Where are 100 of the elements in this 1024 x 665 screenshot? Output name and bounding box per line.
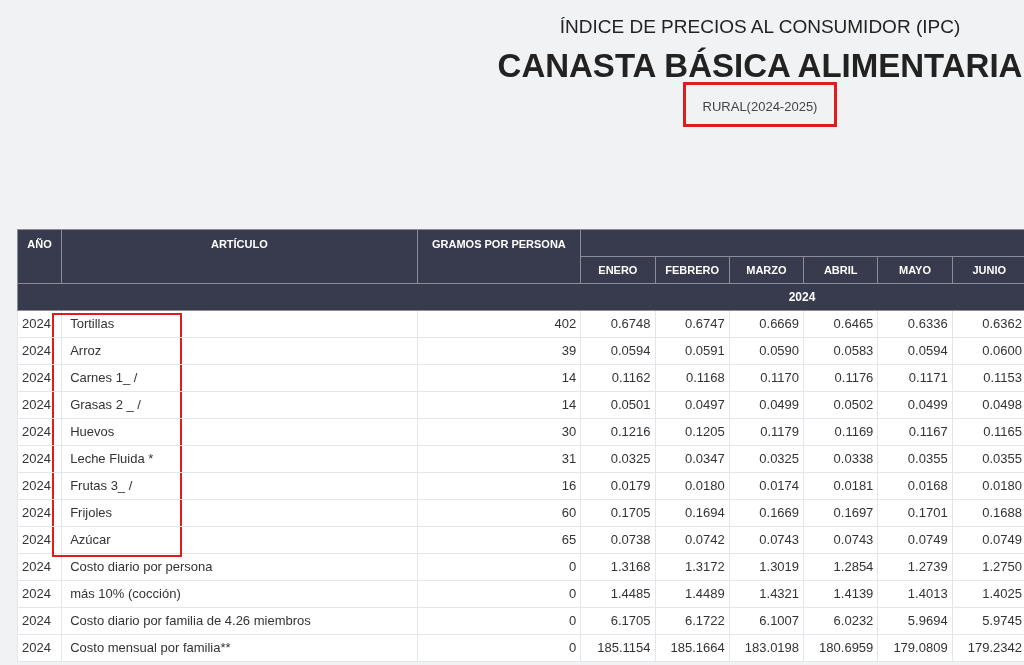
table-cell: 6.0232	[803, 607, 878, 635]
table-cell-text: Leche Fluida *	[69, 451, 154, 467]
table-cell-text: Costo diario por persona	[69, 559, 213, 575]
table-cell-text: Tortillas	[69, 316, 115, 332]
column-header: GRAMOS POR PERSONA	[417, 229, 581, 284]
table-cell: 0.0347	[655, 445, 730, 473]
table-cell: 0.6669	[729, 310, 804, 338]
table-cell: 14	[417, 364, 581, 392]
report-subtitle: RURAL(2024-2025)	[702, 98, 818, 116]
table-cell: 1.4139	[803, 580, 878, 608]
table-cell: 0.0325	[580, 445, 655, 473]
table-cell: 0.0743	[729, 526, 804, 554]
table-cell: 0.1167	[877, 418, 953, 446]
table-cell: 30	[417, 418, 581, 446]
report-title: CANASTA BÁSICA ALIMENTARIA	[497, 46, 1023, 86]
table-cell-text: Costo diario por familia de 4.26 miembros	[69, 613, 311, 629]
column-header: AÑO	[17, 229, 62, 284]
table-cell: 0.0499	[877, 391, 953, 419]
table-cell: 0.0590	[729, 337, 804, 365]
table-cell: 0.1216	[580, 418, 655, 446]
table-cell: 0	[417, 580, 581, 608]
table-cell: 0	[417, 634, 581, 662]
table-cell: 0.0742	[655, 526, 730, 554]
report-kicker: ÍNDICE DE PRECIOS AL CONSUMIDOR (IPC)	[559, 15, 961, 39]
table-cell: 0.1162	[580, 364, 655, 392]
table-cell: 60	[417, 499, 581, 527]
table-cell: 185.1664	[655, 634, 730, 662]
table-cell: 2024	[17, 580, 62, 608]
table-cell: 0.6747	[655, 310, 730, 338]
table-cell: 2024	[17, 391, 62, 419]
table-cell-text: Huevos	[69, 424, 115, 440]
table-cell: 0	[417, 607, 581, 635]
table-cell: 14	[417, 391, 581, 419]
table-cell-text: Azúcar	[69, 532, 111, 548]
table-cell: 0.0355	[877, 445, 953, 473]
table-cell: 402	[417, 310, 581, 338]
table-cell: 31	[417, 445, 581, 473]
table-cell-text: Carnes 1_ /	[69, 370, 138, 386]
table-cell-text: más 10% (cocción)	[69, 586, 181, 602]
table-cell: 0.0583	[803, 337, 878, 365]
table-cell: 1.3168	[580, 553, 655, 581]
table-cell: 0.1176	[803, 364, 878, 392]
table-cell: 1.4013	[877, 580, 953, 608]
table-cell: 180.6959	[803, 634, 878, 662]
column-header: ENERO	[580, 256, 655, 284]
table-cell-text: Frutas 3_ /	[69, 478, 133, 494]
table-cell: 0.1701	[877, 499, 953, 527]
table-cell: 0.0749	[877, 526, 953, 554]
table-cell: 6.1705	[580, 607, 655, 635]
table-cell: 1.2854	[803, 553, 878, 581]
table-cell-text: Arroz	[69, 343, 102, 359]
table-cell: 0.0168	[877, 472, 953, 500]
table-cell: 2024	[17, 310, 62, 338]
column-header: FEBRERO	[655, 256, 730, 284]
table-cell: 2024	[17, 472, 62, 500]
table-cell: 0.1169	[803, 418, 878, 446]
table-cell: 2024	[17, 553, 62, 581]
table-cell: 2024	[17, 607, 62, 635]
column-header: MAYO	[877, 256, 953, 284]
table-cell: 0.0738	[580, 526, 655, 554]
column-header: ABRIL	[803, 256, 878, 284]
table-cell: 0.0181	[803, 472, 878, 500]
table-cell: 0.6336	[877, 310, 953, 338]
table-cell: 0	[417, 553, 581, 581]
table-cell: 39	[417, 337, 581, 365]
table-cell: 0.6748	[580, 310, 655, 338]
table-cell: 1.4489	[655, 580, 730, 608]
table-cell: 2024	[17, 445, 62, 473]
table-cell: 2024	[17, 364, 62, 392]
table-cell: 0.0180	[655, 472, 730, 500]
table-cell: 2024	[17, 337, 62, 365]
table-cell: 5.9694	[877, 607, 953, 635]
table-cell: 0.0174	[729, 472, 804, 500]
table-cell: 6.1722	[655, 607, 730, 635]
table-cell: 0.0743	[803, 526, 878, 554]
table-cell: 0.1205	[655, 418, 730, 446]
table-cell: 0.0594	[877, 337, 953, 365]
table-cell: 183.0198	[729, 634, 804, 662]
table-cell-text: Costo mensual por familia**	[69, 640, 231, 656]
table-cell: 0.1168	[655, 364, 730, 392]
table-cell: 0.6465	[803, 310, 878, 338]
table-cell: 0.1170	[729, 364, 804, 392]
table-cell: 1.3172	[655, 553, 730, 581]
table-cell: 0.0501	[580, 391, 655, 419]
table-cell: 0.0594	[580, 337, 655, 365]
table-cell: 0.1694	[655, 499, 730, 527]
table-cell: 0.1697	[803, 499, 878, 527]
column-header: ARTÍCULO	[61, 229, 418, 284]
table-cell: 1.4321	[729, 580, 804, 608]
table-cell: 0.1705	[580, 499, 655, 527]
table-cell: 0.0591	[655, 337, 730, 365]
table-cell: 0.0338	[803, 445, 878, 473]
table-cell: 6.1007	[729, 607, 804, 635]
table-cell-text: Grasas 2 _ /	[69, 397, 141, 413]
table-cell: 0.0499	[729, 391, 804, 419]
table-cell: 1.4485	[580, 580, 655, 608]
table-cell: 0.1171	[877, 364, 953, 392]
table-cell: 2024	[17, 526, 62, 554]
table-cell: 179.0809	[877, 634, 953, 662]
table-cell-text: Frijoles	[69, 505, 113, 521]
